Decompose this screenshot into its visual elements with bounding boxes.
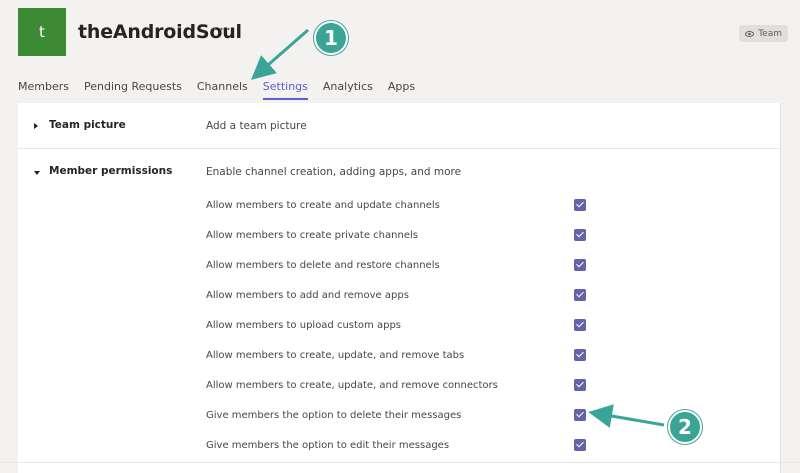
permission-row: Allow members to delete and restore chan… xyxy=(206,257,596,277)
permission-row: Allow members to create, update, and rem… xyxy=(206,347,596,367)
permission-label: Allow members to create, update, and rem… xyxy=(206,380,498,391)
permission-checkbox[interactable] xyxy=(574,319,586,331)
permission-label: Give members the option to delete their … xyxy=(206,410,462,421)
permission-checkbox[interactable] xyxy=(574,289,586,301)
team-avatar: t xyxy=(18,8,66,56)
team-picture-title[interactable]: Team picture xyxy=(49,119,126,131)
permission-row: Allow members to add and remove apps xyxy=(206,287,596,307)
tab-settings[interactable]: Settings xyxy=(262,80,308,100)
callout-badge-2: 2 xyxy=(668,410,702,444)
permission-checkbox[interactable] xyxy=(574,349,586,361)
section-divider xyxy=(0,462,800,463)
caret-right-icon[interactable] xyxy=(34,123,38,129)
more-options-button[interactable]: ··· xyxy=(212,19,232,40)
permission-row: Allow members to upload custom apps xyxy=(206,317,596,337)
tab-analytics[interactable]: Analytics xyxy=(323,80,373,100)
team-tabs: Members Pending Requests Channels Settin… xyxy=(18,80,430,100)
permission-row: Give members the option to edit their me… xyxy=(206,437,596,457)
delete-messages-checkbox[interactable] xyxy=(574,409,586,421)
member-permissions-title[interactable]: Member permissions xyxy=(49,165,172,177)
permission-checkbox[interactable] xyxy=(574,229,586,241)
tab-apps[interactable]: Apps xyxy=(388,80,415,100)
permission-label: Allow members to create private channels xyxy=(206,230,418,241)
permission-label: Allow members to add and remove apps xyxy=(206,290,409,301)
permission-label: Allow members to create, update, and rem… xyxy=(206,350,465,361)
member-permissions-description: Enable channel creation, adding apps, an… xyxy=(206,166,462,178)
team-badge-label: Team xyxy=(758,28,782,39)
permission-label: Allow members to create and update chann… xyxy=(206,200,440,211)
team-visibility-badge: Team xyxy=(739,25,788,42)
permission-label: Give members the option to edit their me… xyxy=(206,440,450,451)
eye-icon xyxy=(745,30,755,37)
team-header: t theAndroidSoul ··· Team xyxy=(0,0,800,70)
tab-members[interactable]: Members xyxy=(18,80,69,100)
member-permissions-section: Member permissions Enable channel creati… xyxy=(18,149,781,467)
permission-checkbox[interactable] xyxy=(574,379,586,391)
permission-label: Allow members to upload custom apps xyxy=(206,320,401,331)
callout-badge-1: 1 xyxy=(314,21,348,55)
permission-row: Allow members to create, update, and rem… xyxy=(206,377,596,397)
tab-pending-requests[interactable]: Pending Requests xyxy=(84,80,182,100)
permission-checkbox[interactable] xyxy=(574,199,586,211)
permission-label: Allow members to delete and restore chan… xyxy=(206,260,440,271)
team-picture-section[interactable]: Team picture Add a team picture xyxy=(18,103,781,149)
settings-panel: Team picture Add a team picture Member p… xyxy=(18,103,781,473)
permission-checkbox[interactable] xyxy=(574,439,586,451)
permission-row: Allow members to create private channels xyxy=(206,227,596,247)
caret-down-icon[interactable] xyxy=(34,171,40,175)
permission-row: Allow members to create and update chann… xyxy=(206,197,596,217)
permission-row: Give members the option to delete their … xyxy=(206,407,596,427)
team-picture-description: Add a team picture xyxy=(206,120,307,132)
tab-channels[interactable]: Channels xyxy=(197,80,248,100)
permission-checkbox[interactable] xyxy=(574,259,586,271)
